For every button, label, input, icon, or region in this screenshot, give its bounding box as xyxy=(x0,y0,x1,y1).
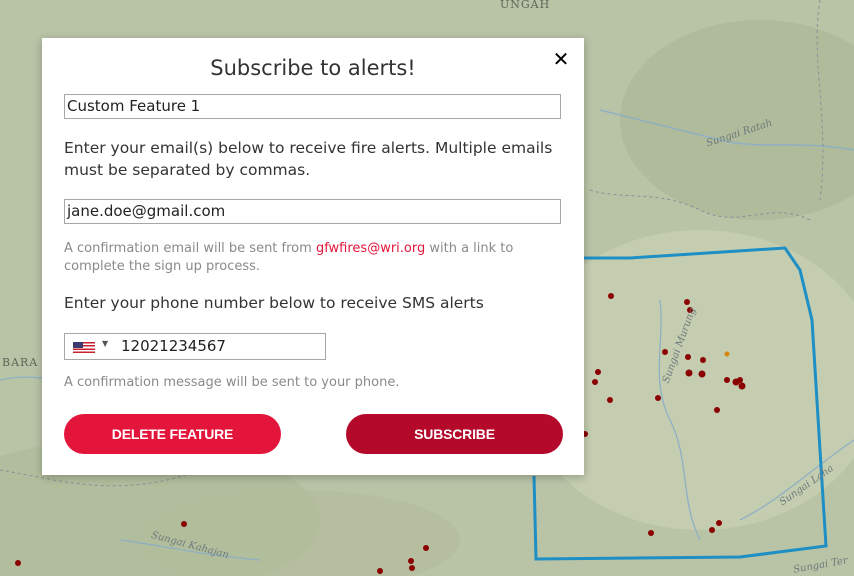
email-hint: A confirmation email will be sent from g… xyxy=(64,240,564,276)
us-flag-icon[interactable] xyxy=(73,342,95,353)
phone-hint: A confirmation message will be sent to y… xyxy=(64,375,400,390)
phone-number-value[interactable]: 12021234567 xyxy=(121,337,226,355)
email-input[interactable]: jane.doe@gmail.com xyxy=(64,199,561,224)
email-instructions: Enter your email(s) below to receive fir… xyxy=(64,139,553,179)
subscribe-modal: ✕ Subscribe to alerts! Custom Feature 1 … xyxy=(42,38,584,475)
map-label-left: BARA xyxy=(2,356,39,369)
phone-input[interactable]: ▼ 12021234567 xyxy=(64,333,326,360)
feature-name-input[interactable]: Custom Feature 1 xyxy=(64,94,561,119)
delete-feature-button[interactable]: DELETE FEATURE xyxy=(64,414,281,454)
email-hint-before: A confirmation email will be sent from xyxy=(64,241,316,256)
subscribe-button[interactable]: SUBSCRIBE xyxy=(346,414,563,454)
map-label-top: UNGAH xyxy=(500,0,551,11)
chevron-down-icon[interactable]: ▼ xyxy=(102,339,108,348)
modal-title: Subscribe to alerts! xyxy=(210,56,416,80)
sender-email-link[interactable]: gfwfires@wri.org xyxy=(316,241,425,256)
fire-point-alt[interactable] xyxy=(724,351,730,357)
phone-instructions: Enter your phone number below to receive… xyxy=(64,294,484,312)
